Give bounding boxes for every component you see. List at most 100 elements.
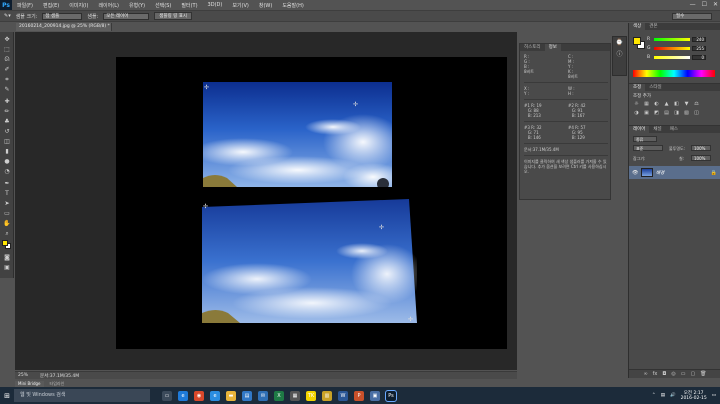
menu-3d[interactable]: 3D(D) <box>203 2 228 8</box>
menu-edit[interactable]: 편집(E) <box>38 2 64 9</box>
quick-select-tool-icon[interactable]: ✐ <box>3 66 11 73</box>
red-slider[interactable]: R 240 <box>647 37 717 42</box>
minimize-button[interactable]: — <box>690 1 696 8</box>
quick-mask-icon[interactable]: ◙ <box>3 254 11 261</box>
taskbar-kakaotalk-icon[interactable]: TK <box>306 390 316 401</box>
taskbar-edge-icon[interactable]: e <box>178 390 188 401</box>
green-track[interactable] <box>654 47 690 50</box>
tab-layers[interactable]: 레이어 <box>629 126 650 133</box>
taskbar-notes-icon[interactable]: ▥ <box>322 390 332 401</box>
tab-swatches[interactable]: 견본 <box>645 23 661 30</box>
taskbar-word-icon[interactable]: W <box>338 390 348 401</box>
crop-tool-icon[interactable]: ⌗ <box>3 76 11 83</box>
tab-history[interactable]: 히스토리 <box>520 44 545 51</box>
info-panel-icon[interactable]: ⓘ <box>613 49 626 61</box>
taskbar-chrome-icon[interactable]: ◉ <box>194 390 204 401</box>
menu-help[interactable]: 도움말(H) <box>277 2 308 9</box>
adjustment-icon[interactable]: ◫ <box>693 110 700 116</box>
blue-track[interactable] <box>654 56 690 59</box>
taskbar-mail-icon[interactable]: ✉ <box>258 390 268 401</box>
type-tool-icon[interactable]: T <box>3 190 11 197</box>
adjustment-icon[interactable]: ◨ <box>673 110 680 116</box>
layer-kind-filter[interactable]: 종류 <box>633 136 657 142</box>
blend-mode-select[interactable]: 표준 <box>633 145 663 151</box>
taskbar-calculator-icon[interactable]: ▦ <box>290 390 300 401</box>
sample-size-select[interactable]: 점 샘플 <box>42 12 83 20</box>
menu-file[interactable]: 파일(F) <box>12 2 38 9</box>
taskbar-powerpoint-icon[interactable]: P <box>354 390 364 401</box>
eyedropper-icon[interactable]: ✎ <box>3 86 11 93</box>
close-button[interactable]: ✕ <box>713 1 718 8</box>
history-brush-icon[interactable]: ↺ <box>3 128 11 135</box>
visibility-eye-icon[interactable]: 👁 <box>632 170 638 176</box>
taskbar-explorer-icon[interactable]: ▬ <box>226 390 236 401</box>
menu-image[interactable]: 이미지(I) <box>64 2 93 9</box>
pen-tool-icon[interactable]: ✒ <box>3 180 11 187</box>
sky-photo-bottom[interactable]: ✢ ✢ ✢ <box>202 199 417 323</box>
taskbar-task-view-icon[interactable]: ▭ <box>162 390 172 401</box>
blue-slider[interactable]: B 0 <box>647 55 717 60</box>
blur-tool-icon[interactable]: ● <box>3 158 11 165</box>
tab-info[interactable]: 정보 <box>544 44 561 51</box>
layers-footer-icon[interactable]: ▢ <box>690 370 695 378</box>
red-value-field[interactable]: 240 <box>692 37 706 42</box>
blue-value-field[interactable]: 0 <box>692 55 706 60</box>
show-sampling-ring-button[interactable]: 샘플링 링 표시 <box>154 12 192 20</box>
menu-select[interactable]: 선택(S) <box>150 2 176 9</box>
brush-tool-icon[interactable]: ✏ <box>3 108 11 115</box>
layer-name[interactable]: 배경 <box>656 170 664 176</box>
green-value-field[interactable]: 255 <box>692 46 706 51</box>
layers-footer-icon[interactable]: ◘ <box>662 370 666 378</box>
taskbar-photos-icon[interactable]: ▣ <box>370 390 380 401</box>
tab-paths[interactable]: 패스 <box>666 126 682 133</box>
menu-view[interactable]: 보기(V) <box>227 2 254 9</box>
dodge-tool-icon[interactable]: ◔ <box>3 168 11 175</box>
layers-footer-icon[interactable]: ▭ <box>681 370 686 378</box>
sample-select[interactable]: 모든 레이어 <box>103 12 150 20</box>
workspace-select[interactable]: 필수 <box>672 13 712 20</box>
adjustment-icon[interactable]: ▤ <box>663 110 670 116</box>
eyedropper-tool-icon[interactable]: ✎▾ <box>4 13 11 19</box>
taskbar-excel-icon[interactable]: X <box>274 390 284 401</box>
tab-channels[interactable]: 채널 <box>649 126 665 133</box>
tab-styles[interactable]: 스타일 <box>645 84 665 91</box>
adjustment-icon[interactable]: ▼ <box>683 101 690 107</box>
adjustment-icon[interactable]: ☼ <box>633 101 640 107</box>
screen-mode-icon[interactable]: ▣ <box>3 264 11 271</box>
adjustment-icon[interactable]: ◧ <box>673 101 680 107</box>
menu-layer[interactable]: 레이어(L) <box>93 2 124 9</box>
opacity-field[interactable]: 100% <box>691 145 711 151</box>
red-track[interactable] <box>654 38 690 41</box>
layers-footer-icon[interactable]: 🗑 <box>700 370 706 378</box>
adjustment-icon[interactable]: ▦ <box>643 101 650 107</box>
tab-adjustments[interactable]: 조정 <box>629 84 646 91</box>
network-icon[interactable]: ▤ <box>661 393 665 398</box>
adjustment-icon[interactable]: ▣ <box>643 110 650 116</box>
layers-footer-icon[interactable]: ◎ <box>671 370 675 378</box>
tab-color[interactable]: 색상 <box>629 23 646 30</box>
taskbar-ie-icon[interactable]: e <box>210 390 220 401</box>
zoom-level[interactable]: 25% <box>18 373 28 378</box>
menu-type[interactable]: 유형(Y) <box>124 2 150 9</box>
sky-photo-top[interactable]: ✢ ✢ <box>203 82 392 187</box>
foreground-color-swatch[interactable] <box>2 240 8 246</box>
shape-tool-icon[interactable]: ▭ <box>3 210 11 217</box>
start-button[interactable]: ⊞ <box>0 387 14 404</box>
taskbar-store-icon[interactable]: ▤ <box>242 390 252 401</box>
healing-brush-icon[interactable]: ✚ <box>3 98 11 105</box>
clock[interactable]: 오전 2:17 2016-02-15 <box>681 391 707 401</box>
hand-tool-icon[interactable]: ✋ <box>3 220 11 227</box>
menu-filter[interactable]: 필터(T) <box>176 2 202 9</box>
zoom-tool-icon[interactable]: ⌕ <box>3 230 11 237</box>
layers-footer-icon[interactable]: ∞ <box>643 370 647 378</box>
green-slider[interactable]: G 255 <box>647 46 717 51</box>
history-panel-icon[interactable]: ⌚ <box>613 37 626 49</box>
marquee-tool-icon[interactable]: ⬚ <box>3 46 11 53</box>
path-select-icon[interactable]: ➤ <box>3 200 11 207</box>
adjustment-icon[interactable]: ⚖ <box>693 101 700 107</box>
panel-foreground-swatch[interactable] <box>633 37 641 45</box>
notification-icon[interactable]: ▭ <box>712 393 716 398</box>
document-tab[interactable]: 20160214_200914.jpg @ 25% (RGB/8) * <box>16 23 112 31</box>
lasso-tool-icon[interactable]: ᘏ <box>3 56 11 63</box>
layers-footer-icon[interactable]: fx <box>653 370 658 378</box>
